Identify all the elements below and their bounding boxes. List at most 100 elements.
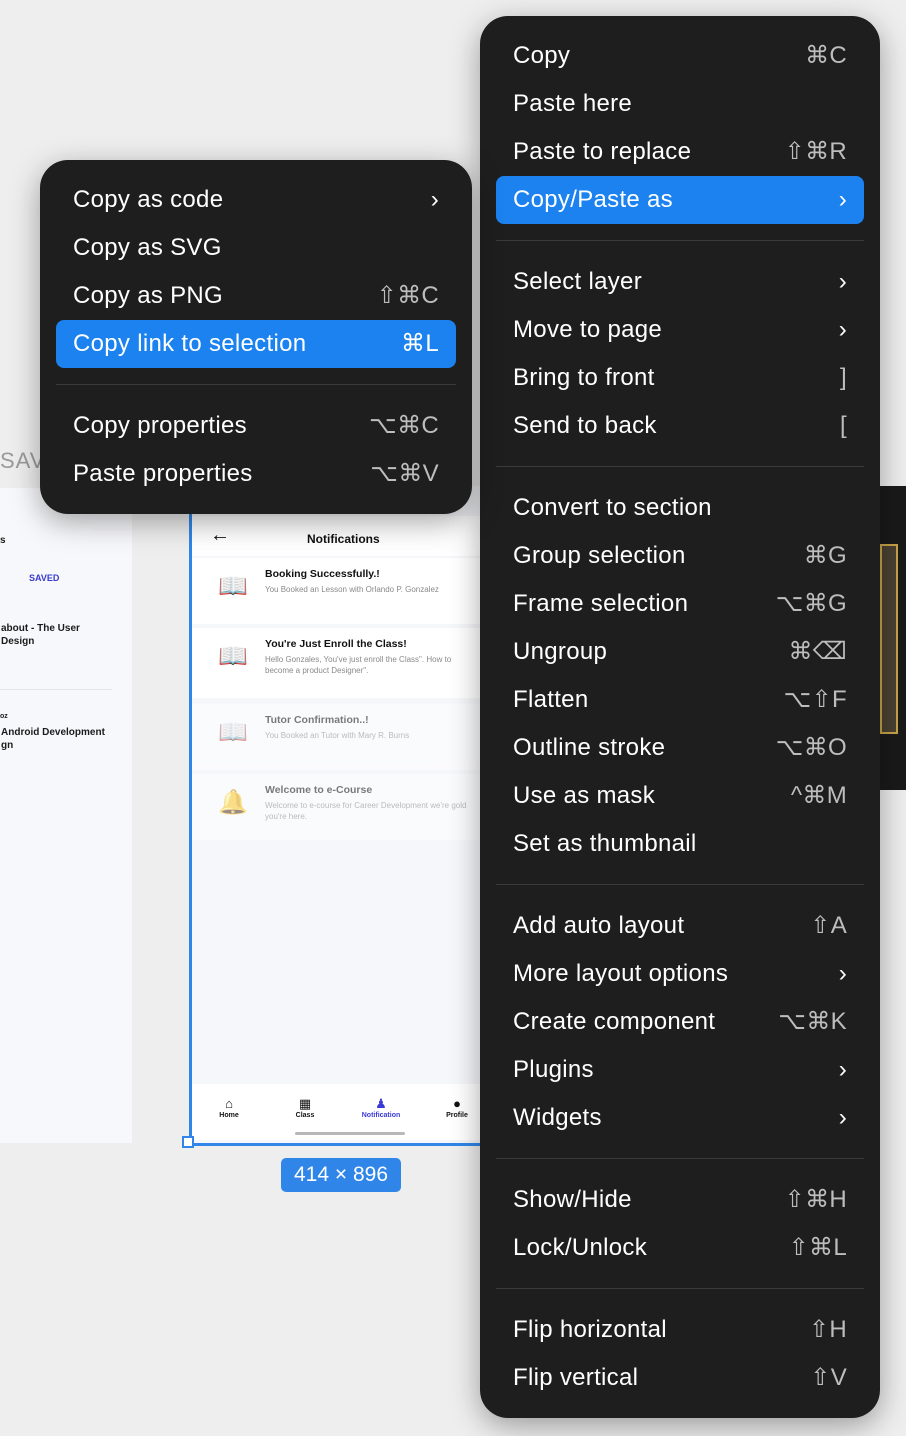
menu-divider — [496, 884, 864, 885]
menu-item-label: Select layer — [513, 268, 642, 295]
menu-item-shortcut: ⌥⌘G — [775, 590, 847, 617]
menu-item-convert-to-section[interactable]: Convert to section — [496, 484, 864, 532]
menu-divider — [496, 1288, 864, 1289]
notification-item[interactable]: 📖 Tutor Confirmation..! You Booked an Tu… — [192, 704, 492, 770]
menu-item-set-as-thumbnail[interactable]: Set as thumbnail — [496, 820, 864, 868]
menu-item-use-as-mask[interactable]: Use as mask ^⌘M — [496, 772, 864, 820]
menu-divider — [56, 384, 456, 385]
menu-item-shortcut: ⇧H — [808, 1316, 847, 1343]
notification-item[interactable]: 🔔 Welcome to e-Course Welcome to e-cours… — [192, 774, 492, 840]
nav-label: Class — [295, 1112, 315, 1119]
notification-title: Booking Successfully.! — [265, 568, 380, 580]
notification-item[interactable]: 📖 You're Just Enroll the Class! Hello Go… — [192, 628, 492, 698]
menu-item-shortcut: ⇧A — [810, 912, 847, 939]
menu-item-shortcut: [ — [840, 412, 847, 439]
notification-desc: Hello Gonzales, You've just enroll the C… — [265, 655, 452, 675]
menu-item-label: Move to page — [513, 316, 663, 343]
adjacent-frame-image — [880, 544, 898, 734]
book-icon: 📖 — [218, 719, 248, 746]
menu-item-copy[interactable]: Copy ⌘C — [496, 32, 864, 80]
menu-divider — [496, 240, 864, 241]
menu-item-label: Ungroup — [513, 638, 608, 665]
menu-item-label: Widgets — [513, 1104, 602, 1131]
menu-item-shortcut: ⌥⌘O — [775, 734, 847, 761]
nav-home[interactable]: ⌂ Home — [199, 1096, 259, 1119]
menu-item-label: Add auto layout — [513, 912, 685, 939]
menu-item-send-to-back[interactable]: Send to back [ — [496, 402, 864, 450]
context-menu: Copy ⌘C Paste here Paste to replace ⇧⌘R Co… — [480, 16, 880, 1418]
menu-item-paste-to-replace[interactable]: Paste to replace ⇧⌘R — [496, 128, 864, 176]
chevron-right-icon: › — [838, 1056, 847, 1083]
menu-item-label: Outline stroke — [513, 734, 666, 761]
home-indicator — [295, 1132, 405, 1135]
arrow-left-icon[interactable]: ← — [210, 524, 230, 547]
menu-item-shortcut: ⌘G — [803, 542, 847, 569]
menu-item-label: Copy/Paste as — [513, 186, 673, 213]
frame-label: SAV — [0, 448, 46, 473]
nav-label: Notification — [361, 1112, 401, 1119]
menu-item-show-hide[interactable]: Show/Hide ⇧⌘H — [496, 1176, 864, 1224]
menu-item-widgets[interactable]: Widgets › — [496, 1094, 864, 1142]
nav-label: Profile — [446, 1112, 468, 1119]
menu-item-copy-paste-as[interactable]: Copy/Paste as › — [496, 176, 864, 224]
menu-item-label: Group selection — [513, 542, 686, 569]
chevron-right-icon: › — [838, 960, 847, 987]
notification-icon: ♟ — [375, 1096, 387, 1111]
menu-divider — [496, 466, 864, 467]
menu-item-create-component[interactable]: Create component ⌥⌘K — [496, 998, 864, 1046]
menu-item-copy-link-to-selection[interactable]: Copy link to selection ⌘L — [56, 320, 456, 368]
menu-item-flip-horizontal[interactable]: Flip horizontal ⇧H — [496, 1306, 864, 1354]
menu-item-label: Paste to replace — [513, 138, 692, 165]
frame-text: s — [0, 535, 6, 546]
menu-item-copy-properties[interactable]: Copy properties ⌥⌘C — [56, 402, 456, 450]
menu-item-label: Copy as code — [73, 186, 224, 213]
chevron-right-icon: › — [838, 1104, 847, 1131]
menu-item-select-layer[interactable]: Select layer › — [496, 258, 864, 306]
menu-item-paste-here[interactable]: Paste here — [496, 80, 864, 128]
menu-item-label: Plugins — [513, 1056, 594, 1083]
size-badge: 414 × 896 — [281, 1158, 401, 1192]
menu-item-label: Convert to section — [513, 494, 712, 521]
menu-item-shortcut: ⌘⌫ — [788, 638, 847, 665]
menu-item-copy-as-png[interactable]: Copy as PNG ⇧⌘C — [56, 272, 456, 320]
nav-notification[interactable]: ♟ Notification — [351, 1096, 411, 1119]
divider — [0, 689, 112, 690]
menu-item-label: Copy link to selection — [73, 330, 307, 357]
resize-handle[interactable] — [182, 1136, 194, 1148]
menu-item-lock-unlock[interactable]: Lock/Unlock ⇧⌘L — [496, 1224, 864, 1272]
nav-label: Home — [219, 1112, 239, 1119]
frame-text: oz — [0, 713, 8, 720]
nav-class[interactable]: ▦ Class — [275, 1096, 335, 1119]
menu-item-copy-as-svg[interactable]: Copy as SVG — [56, 224, 456, 272]
notification-title: Welcome to e-Course — [265, 784, 373, 796]
menu-item-move-to-page[interactable]: Move to page › — [496, 306, 864, 354]
menu-item-shortcut: ⇧⌘R — [784, 138, 847, 165]
menu-item-ungroup[interactable]: Ungroup ⌘⌫ — [496, 628, 864, 676]
frame-text: Android Development gn — [1, 727, 105, 751]
menu-item-label: Copy — [513, 42, 571, 69]
menu-item-label: Flip vertical — [513, 1364, 639, 1391]
book-icon: 📖 — [218, 643, 248, 670]
menu-item-copy-as-code[interactable]: Copy as code › — [56, 176, 456, 224]
phone-frame[interactable]: ← Notifications 📖 Booking Successfully.!… — [189, 486, 492, 1146]
menu-item-add-auto-layout[interactable]: Add auto layout ⇧A — [496, 902, 864, 950]
menu-item-shortcut: ⌥⌘V — [370, 460, 439, 487]
menu-item-more-layout-options[interactable]: More layout options › — [496, 950, 864, 998]
menu-item-group-selection[interactable]: Group selection ⌘G — [496, 532, 864, 580]
book-icon: 📖 — [218, 573, 248, 600]
notification-desc: You Booked an Lesson with Orlando P. Gon… — [265, 585, 439, 594]
notification-item[interactable]: 📖 Booking Successfully.! You Booked an L… — [192, 558, 492, 624]
menu-item-frame-selection[interactable]: Frame selection ⌥⌘G — [496, 580, 864, 628]
menu-item-paste-properties[interactable]: Paste properties ⌥⌘V — [56, 450, 456, 498]
menu-item-outline-stroke[interactable]: Outline stroke ⌥⌘O — [496, 724, 864, 772]
chevron-right-icon: › — [838, 316, 847, 343]
profile-icon: ● — [453, 1096, 461, 1111]
menu-item-label: Set as thumbnail — [513, 830, 697, 857]
home-icon: ⌂ — [225, 1096, 233, 1111]
nav-profile[interactable]: ● Profile — [427, 1096, 487, 1119]
menu-item-plugins[interactable]: Plugins › — [496, 1046, 864, 1094]
menu-item-bring-to-front[interactable]: Bring to front] — [496, 354, 864, 402]
menu-item-flip-vertical[interactable]: Flip vertical ⇧V — [496, 1354, 864, 1402]
menu-item-label: Use as mask — [513, 782, 656, 809]
menu-item-flatten[interactable]: Flatten ⌥⇧F — [496, 676, 864, 724]
